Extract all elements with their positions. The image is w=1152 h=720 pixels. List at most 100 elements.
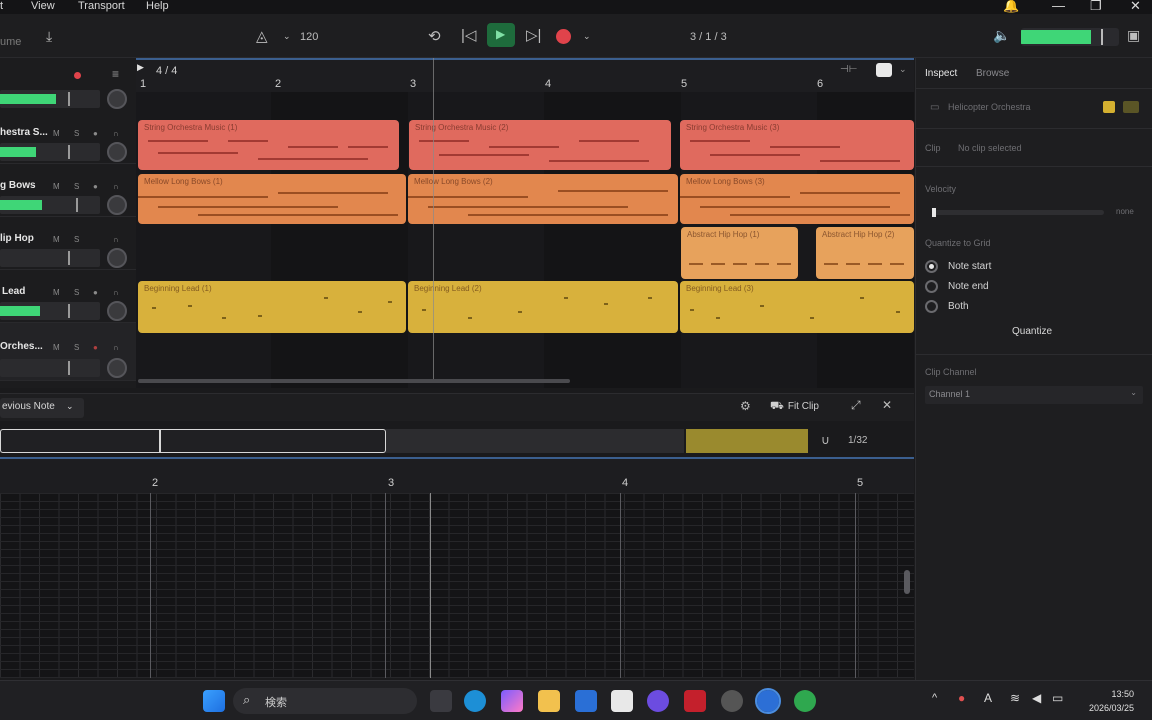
headphone-icon[interactable]: ∩ <box>113 343 119 352</box>
track-meter[interactable] <box>0 196 100 214</box>
track-header[interactable]: hestra S... M S ● ∩ <box>0 111 136 164</box>
track-fader-mark[interactable] <box>68 361 70 375</box>
tempo-value[interactable]: 120 <box>300 31 318 43</box>
pan-knob[interactable] <box>107 301 127 321</box>
chrome-icon[interactable] <box>794 690 816 712</box>
mute-button[interactable]: M <box>53 343 60 352</box>
restore-icon[interactable]: ❐ <box>1090 0 1102 14</box>
clip-string-orchestra-2[interactable]: String Orchestra Music (2) <box>409 120 671 170</box>
mail-icon[interactable] <box>575 690 597 712</box>
loop-icon[interactable]: ⟲ <box>428 27 441 45</box>
expand-icon[interactable]: ⤢ <box>851 398 861 413</box>
skip-forward-icon[interactable]: ▷| <box>526 26 541 44</box>
mute-button[interactable]: M <box>53 182 60 191</box>
notification-bell-icon[interactable]: 🔔 <box>1003 0 1019 14</box>
arm-button[interactable]: ● <box>93 129 98 138</box>
track-fader-mark[interactable] <box>76 198 78 212</box>
taskbar-search[interactable]: ⌕ 検索 <box>233 688 417 714</box>
file-explorer-icon[interactable] <box>538 690 560 712</box>
headphone-icon[interactable]: ∩ <box>113 129 119 138</box>
quantize-value[interactable]: 1/32 <box>848 435 867 446</box>
note-selection-dropdown[interactable]: evious Note ⌄ <box>0 398 84 418</box>
time-signature[interactable]: 4 / 4 <box>156 65 177 77</box>
mute-button[interactable]: M <box>53 288 60 297</box>
speaker-icon[interactable]: 🔈 <box>993 27 1010 44</box>
clip-mellow-long-bows-2[interactable]: Mellow Long Bows (2) <box>408 174 678 224</box>
zoom-fit-icon[interactable]: ⊣⊢ <box>840 64 857 75</box>
editor-ruler[interactable]: 2 3 4 5 <box>0 457 914 493</box>
windows-start-icon[interactable] <box>203 690 225 712</box>
track-meter[interactable] <box>0 90 100 108</box>
snap-chevron-icon[interactable]: ⌄ <box>899 64 907 75</box>
track-name[interactable]: g Bows <box>0 180 36 191</box>
overview-viewport[interactable] <box>0 429 386 453</box>
arm-button[interactable]: ● <box>93 288 98 297</box>
track-header-selected[interactable]: Orches... M S ● ∩ <box>0 323 136 381</box>
export-icon[interactable]: ⤓ <box>46 28 52 45</box>
track-fader-mark[interactable] <box>68 304 70 318</box>
app-icon[interactable] <box>647 690 669 712</box>
fit-clip-button[interactable]: ⛟ Fit Clip <box>770 400 819 414</box>
loop-start-marker-icon[interactable]: ▶ <box>137 62 144 73</box>
pan-knob[interactable] <box>107 358 127 378</box>
solo-button[interactable]: S <box>74 235 79 244</box>
chrome-active-icon[interactable] <box>755 688 781 714</box>
color-swatch[interactable] <box>1103 101 1115 113</box>
settings-icon[interactable]: ⚙ <box>740 399 751 413</box>
track-header[interactable] <box>0 58 136 111</box>
track-meter[interactable] <box>0 143 100 161</box>
play-button[interactable]: ▶ <box>487 23 515 47</box>
track-name[interactable]: Lead <box>2 286 25 297</box>
solo-button[interactable]: S <box>74 182 79 191</box>
radio-note-start[interactable] <box>925 260 938 273</box>
track-fader-mark[interactable] <box>68 92 70 106</box>
mute-button[interactable]: M <box>53 129 60 138</box>
tab-browse[interactable]: Browse <box>976 68 1009 79</box>
pan-knob[interactable] <box>107 142 127 162</box>
radio-label-both[interactable]: Both <box>948 301 969 312</box>
record-button[interactable] <box>556 29 571 44</box>
ime-icon[interactable]: A <box>984 691 992 705</box>
minimize-icon[interactable]: — <box>1052 0 1065 13</box>
track-header[interactable]: lip Hop M S ∩ <box>0 217 136 270</box>
solo-button[interactable]: S <box>74 129 79 138</box>
record-chevron-icon[interactable]: ⌄ <box>583 31 591 42</box>
pan-knob[interactable] <box>107 89 127 109</box>
headphone-icon[interactable]: ∩ <box>113 235 119 244</box>
track-meter[interactable] <box>0 359 100 377</box>
clip-string-orchestra-1[interactable]: String Orchestra Music (1) <box>138 120 399 170</box>
track-fader-mark[interactable] <box>68 251 70 265</box>
battery-icon[interactable]: ▭ <box>1052 691 1063 705</box>
clip-string-orchestra-3[interactable]: String Orchestra Music (3) <box>680 120 914 170</box>
store-icon[interactable] <box>611 690 633 712</box>
pan-knob[interactable] <box>107 195 127 215</box>
task-view-icon[interactable] <box>430 690 452 712</box>
radio-label-note-end[interactable]: Note end <box>948 281 989 292</box>
track-header[interactable]: Lead M S ● ∩ <box>0 270 136 323</box>
clip-mellow-long-bows-1[interactable]: Mellow Long Bows (1) <box>138 174 406 224</box>
arm-button[interactable]: ● <box>93 343 98 352</box>
arm-button[interactable]: ● <box>93 182 98 191</box>
radio-note-end[interactable] <box>925 280 938 293</box>
track-header[interactable]: g Bows M S ● ∩ <box>0 164 136 217</box>
solo-button[interactable]: S <box>74 288 79 297</box>
radio-both[interactable] <box>925 300 938 313</box>
velocity-slider-thumb[interactable] <box>932 208 936 217</box>
clip-abstract-hip-hop-1[interactable]: Abstract Hip Hop (1) <box>681 227 798 279</box>
close-editor-icon[interactable]: ✕ <box>882 398 892 412</box>
track-fader-mark[interactable] <box>68 145 70 159</box>
clip-beginning-lead-2[interactable]: Beginning Lead (2) <box>408 281 678 333</box>
pan-knob[interactable] <box>107 248 127 268</box>
track-meter[interactable] <box>0 249 100 267</box>
overview-clip[interactable] <box>686 429 808 453</box>
mute-button[interactable]: M <box>53 235 60 244</box>
copilot-icon[interactable] <box>501 690 523 712</box>
app-icon[interactable] <box>721 690 743 712</box>
volume-icon[interactable]: ◀ <box>1032 691 1041 705</box>
app-icon[interactable] <box>684 690 706 712</box>
metronome-chevron-icon[interactable]: ⌄ <box>283 31 291 42</box>
wifi-icon[interactable]: ≋ <box>1010 691 1020 705</box>
metronome-icon[interactable]: ◬ <box>256 27 268 45</box>
menu-item-help[interactable]: Help <box>146 0 169 12</box>
panel-toggle-icon[interactable]: ▣ <box>1127 27 1140 44</box>
